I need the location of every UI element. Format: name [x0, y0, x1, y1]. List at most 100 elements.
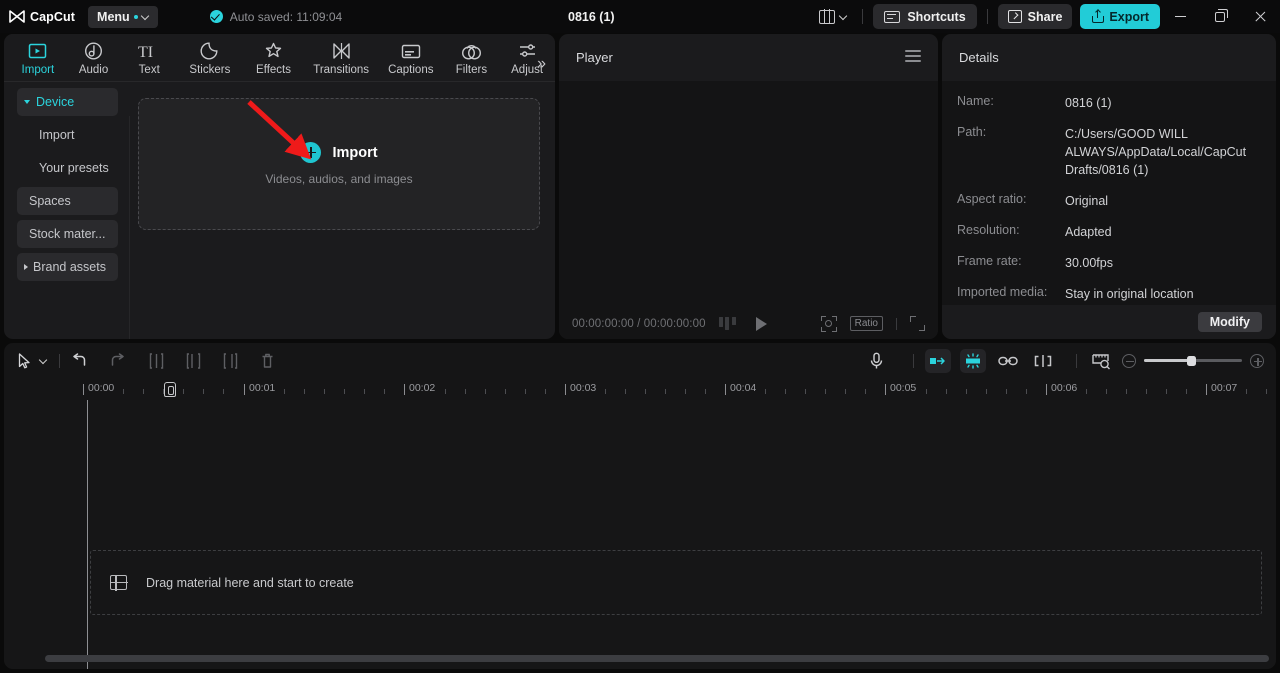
close-icon [1254, 11, 1266, 23]
timeline-horizontal-scrollbar[interactable] [45, 655, 1269, 662]
chevron-down-icon[interactable] [40, 357, 48, 365]
sidebar-item-label: Device [36, 95, 75, 109]
player-menu-icon[interactable] [905, 50, 921, 65]
ruler-label: 00:04 [730, 382, 757, 394]
ruler-label: 00:06 [1051, 382, 1078, 394]
share-icon [1007, 10, 1022, 23]
ruler-label: 00:03 [570, 382, 597, 394]
sidebar-item-your-presets[interactable]: Your presets [17, 154, 118, 182]
redo-button[interactable] [109, 353, 126, 368]
chevron-right-icon [24, 264, 28, 270]
layout-switcher-button[interactable] [815, 6, 852, 28]
timeline-dropzone-label: Drag material here and start to create [146, 575, 354, 590]
player-canvas[interactable] [559, 81, 938, 308]
close-button[interactable] [1240, 0, 1280, 33]
select-tool-button[interactable] [18, 352, 31, 369]
details-label: Frame rate: [957, 254, 1022, 268]
autosave-status: Auto saved: 11:09:04 [209, 10, 342, 24]
waveform-icon[interactable] [718, 317, 736, 330]
tab-effects[interactable]: Effects [243, 41, 305, 76]
details-row-resolution: Resolution: Adapted [957, 223, 1259, 241]
import-cta: Import [300, 142, 378, 163]
player-header: Player [559, 34, 938, 81]
trim-right-button[interactable] [223, 352, 238, 369]
tab-text[interactable]: TI Text [121, 41, 177, 76]
zoom-slider-knob[interactable] [1187, 355, 1196, 366]
divider [129, 116, 130, 339]
share-button[interactable]: Share [997, 4, 1073, 29]
details-header: Details [942, 34, 1276, 81]
upload-icon [1091, 10, 1105, 23]
adjust-icon [518, 41, 537, 60]
sidebar-item-spaces[interactable]: Spaces [17, 187, 118, 215]
zoom-in-button[interactable] [1250, 353, 1264, 368]
sidebar-item-device[interactable]: Device [17, 88, 118, 116]
tab-adjust[interactable]: Adjust [499, 41, 555, 76]
snap-button[interactable] [1030, 349, 1056, 373]
tab-filters[interactable]: Filters [444, 41, 500, 76]
trim-left-button[interactable] [186, 352, 201, 369]
sidebar-item-brand-assets[interactable]: Brand assets [17, 253, 118, 281]
link-clips-button[interactable] [995, 349, 1021, 373]
tab-audio[interactable]: Audio [66, 41, 122, 76]
details-row-frame-rate: Frame rate: 30.00fps [957, 254, 1259, 272]
tab-import[interactable]: Import [10, 41, 66, 76]
auto-fill-button[interactable] [925, 348, 951, 373]
details-label: Path: [957, 125, 987, 139]
zoom-fit-icon[interactable] [820, 315, 837, 332]
app-name: CapCut [30, 9, 76, 24]
media-panel: Import Audio TI Text Stickers Effects Tr… [4, 34, 555, 339]
timeline-ruler[interactable]: 00:00 00:01 00:02 00:03 00:04 00:05 00:0… [4, 378, 1276, 400]
zoom-out-button[interactable] [1122, 353, 1136, 368]
details-row-name: Name: 0816 (1) [957, 94, 1259, 112]
stickers-icon [200, 41, 219, 60]
player-panel: Player 00:00:00:00 / 00:00:00:00 Ratio [559, 34, 938, 339]
title-bar: CapCut Menu Auto saved: 11:09:04 0816 (1… [0, 0, 1280, 33]
ruler-label: 00:02 [409, 382, 436, 394]
undo-button[interactable] [71, 353, 88, 368]
delete-button[interactable] [260, 353, 275, 369]
sidebar-item-label: Brand assets [33, 260, 106, 274]
play-button[interactable] [755, 316, 767, 331]
preview-scale-button[interactable] [1088, 349, 1114, 373]
split-button[interactable] [149, 352, 164, 369]
timeline-tracks[interactable]: Drag material here and start to create [4, 382, 1276, 669]
divider [896, 317, 897, 330]
tab-transitions[interactable]: Transitions [304, 41, 378, 76]
keyboard-icon [884, 10, 901, 23]
maximize-button[interactable] [1200, 0, 1240, 33]
more-tools-button[interactable]: » [537, 56, 546, 72]
details-label: Aspect ratio: [957, 192, 1027, 206]
timeline-dropzone[interactable]: Drag material here and start to create [90, 550, 1262, 615]
menu-button[interactable]: Menu [88, 5, 158, 28]
divider [1076, 353, 1077, 368]
record-voiceover-button[interactable] [869, 352, 884, 370]
auto-cut-button[interactable] [960, 348, 986, 373]
chevron-down-icon [840, 13, 848, 21]
timeline-zoom-slider[interactable] [1144, 355, 1242, 366]
details-body: Name: 0816 (1) Path: C:/Users/GOOD WILL … [942, 81, 1276, 339]
shortcuts-button[interactable]: Shortcuts [873, 4, 977, 29]
audio-icon [84, 41, 103, 60]
sidebar-item-stock-materials[interactable]: Stock mater... [17, 220, 118, 248]
details-value: 30.00fps [1065, 256, 1113, 270]
sidebar-item-label: Spaces [29, 194, 71, 208]
playhead-handle[interactable] [164, 382, 176, 397]
export-button[interactable]: Export [1080, 4, 1160, 29]
import-label: Import [332, 144, 378, 161]
timeline-right-tools [869, 343, 1264, 378]
tab-stickers-label: Stickers [189, 63, 231, 76]
modify-button[interactable]: Modify [1197, 312, 1262, 332]
sidebar-item-import[interactable]: Import [17, 121, 118, 149]
import-dropzone[interactable]: Import Videos, audios, and images [138, 98, 540, 230]
effects-icon [264, 41, 283, 60]
tab-stickers[interactable]: Stickers [177, 41, 243, 76]
fullscreen-icon[interactable] [910, 316, 925, 331]
tab-captions[interactable]: Captions [378, 41, 444, 76]
tool-tabs: Import Audio TI Text Stickers Effects Tr… [4, 34, 555, 82]
minimize-button[interactable] [1160, 0, 1200, 33]
capcut-window: CapCut Menu Auto saved: 11:09:04 0816 (1… [0, 0, 1280, 673]
playhead[interactable] [87, 382, 176, 669]
chevron-down-icon [142, 13, 150, 21]
ratio-button[interactable]: Ratio [849, 316, 883, 331]
